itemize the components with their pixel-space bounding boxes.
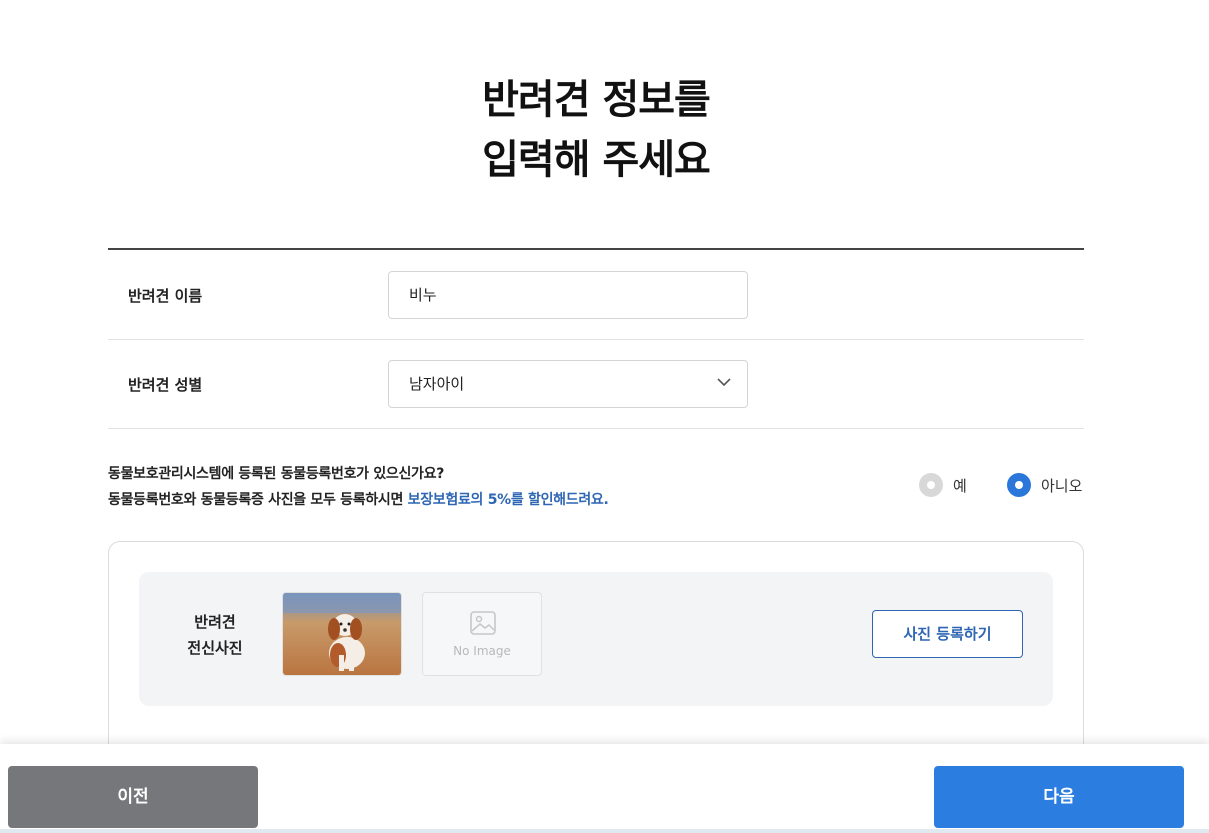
upload-photo-button[interactable]: 사진 등록하기 [872, 610, 1023, 658]
registration-question-line2: 동물등록번호와 동물등록증 사진을 모두 등록하시면 보장보험료의 5%를 할인… [108, 487, 609, 513]
photo-label-line1: 반려견 [194, 613, 236, 631]
next-button[interactable]: 다음 [934, 766, 1184, 828]
discount-highlight: 보장보험료의 5%를 할인해드려요. [407, 492, 609, 508]
pet-name-label: 반려견 이름 [128, 287, 203, 305]
image-icon [470, 611, 496, 635]
radio-label-no: 아니오 [1041, 476, 1083, 495]
radio-option-yes[interactable]: 예 [919, 473, 967, 497]
dog-photo-thumbnail[interactable] [282, 592, 402, 676]
prev-button[interactable]: 이전 [8, 766, 258, 828]
discount-note: 동물등록번호와 동물등록증 사진을 모두 등록하시면 [108, 492, 408, 508]
pet-gender-value: 남자아이 [409, 375, 465, 393]
page-title-line2: 입력해 주세요 [482, 137, 711, 183]
registration-question-line1: 동물보호관리시스템에 등록된 동물등록번호가 있으신가요? [108, 466, 445, 482]
pet-gender-select[interactable]: 남자아이 [388, 360, 748, 408]
radio-button-unselected[interactable] [919, 473, 943, 497]
photo-label-line2: 전신사진 [187, 639, 243, 657]
chevron-down-icon [717, 378, 731, 387]
radio-label-yes: 예 [953, 476, 967, 495]
no-image-text: No Image [453, 644, 511, 658]
pet-name-value: 비누 [409, 286, 437, 304]
row-divider [108, 339, 1084, 340]
radio-option-no[interactable]: 아니오 [1007, 473, 1082, 497]
no-image-placeholder[interactable]: No Image [422, 592, 542, 676]
row-divider [108, 428, 1084, 429]
radio-button-selected[interactable] [1007, 473, 1031, 497]
pet-name-input[interactable]: 비누 [388, 271, 748, 319]
registration-question: 동물보호관리시스템에 등록된 동물등록번호가 있으신가요? 동물등록번호와 동물… [108, 461, 609, 513]
bottom-strip [0, 829, 1209, 833]
page-title: 반려견 정보를 입력해 주세요 [0, 70, 1192, 190]
dog-photo-image [283, 593, 401, 675]
pet-gender-label: 반려견 성별 [128, 376, 203, 394]
page-title-line1: 반려견 정보를 [482, 77, 711, 123]
full-body-photo-label: 반려견 전신사진 [170, 609, 260, 661]
form-top-divider [108, 248, 1084, 250]
